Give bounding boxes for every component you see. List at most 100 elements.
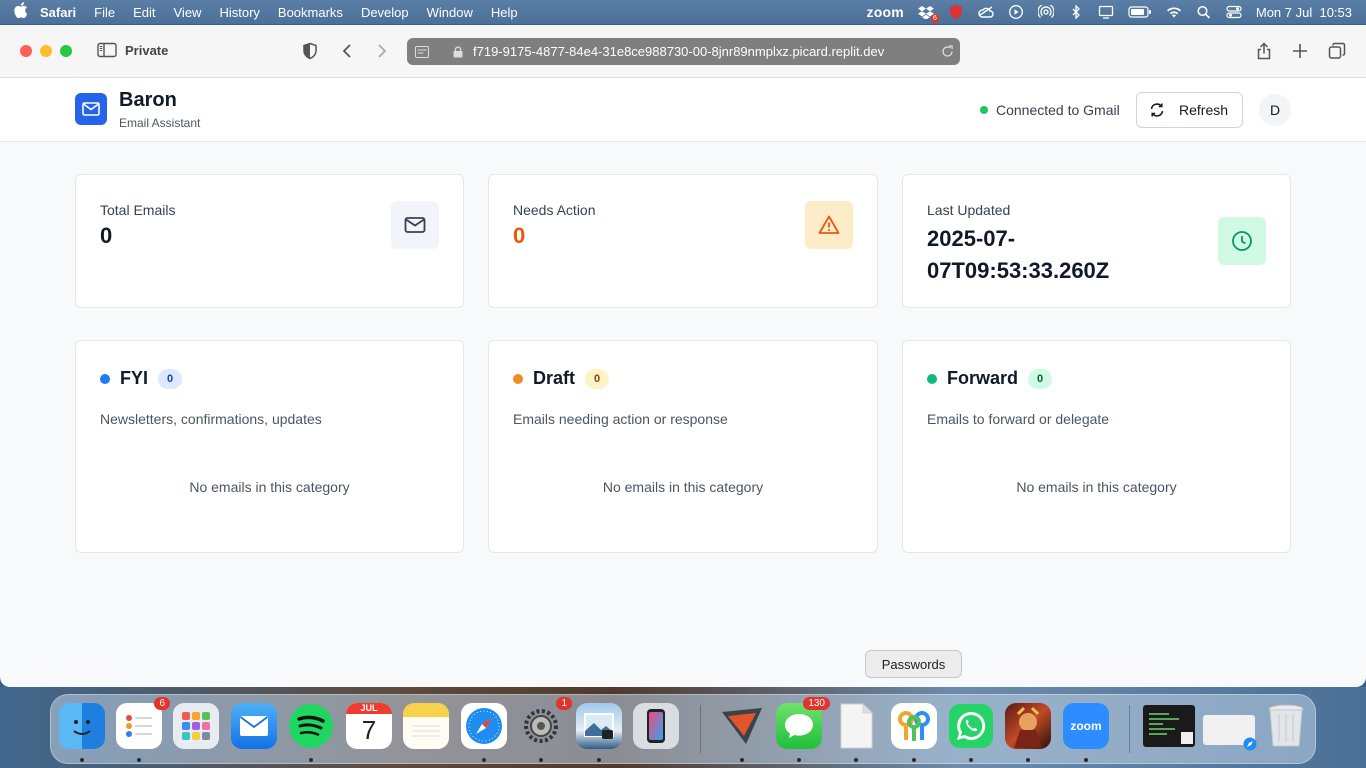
page-menu-icon[interactable] [407,45,437,58]
category-header: FYI 0 [100,368,183,389]
shield-app-icon[interactable] [948,5,964,19]
status-dot [980,106,988,114]
menu-develop[interactable]: Develop [361,5,409,20]
category-title: FYI [120,368,149,388]
menu-view[interactable]: View [174,5,202,20]
plus-icon [1293,44,1307,58]
dock-separator [1129,705,1130,753]
menu-clock[interactable]: Mon 7 Jul 10:53 [1256,5,1352,20]
zoom-app-icon[interactable]: zoom [1063,703,1109,749]
whatsapp-icon[interactable] [948,703,994,749]
mail-logo-icon [82,102,100,116]
running-indicator [137,758,141,762]
wifi-icon[interactable] [1166,5,1182,19]
category-description: Emails to forward or delegate [927,411,1110,427]
refresh-label: Refresh [1179,102,1229,118]
safari-window-thumbnail[interactable] [1203,715,1257,751]
finder-icon[interactable] [59,703,105,749]
terminal-window-thumbnail[interactable] [1143,705,1195,747]
running-indicator [740,758,744,762]
menu-bookmarks[interactable]: Bookmarks [278,5,343,20]
new-tab-button[interactable] [1290,41,1310,61]
chevron-right-icon [378,44,387,58]
running-indicator [597,758,601,762]
zoom-status-item[interactable]: zoom [867,4,904,20]
close-window-button[interactable] [20,45,32,57]
category-title: Draft [533,368,576,388]
document-icon[interactable] [833,703,879,749]
browser-toolbar: Private f719-9175-4877-84e4-31e8ce988730… [0,25,1366,78]
app-header: Baron Email Assistant Connected to Gmail… [0,78,1366,142]
tab-overview-icon [1328,42,1346,59]
refresh-icon [1150,103,1164,117]
stat-label: Total Emails [100,202,176,218]
menu-app-name[interactable]: Safari [40,5,76,20]
category-card-fyi: FYI 0 Newsletters, confirmations, update… [75,340,464,553]
dropbox-badge: 6 [930,14,939,23]
minimize-window-button[interactable] [40,45,52,57]
category-header: Draft 0 [513,368,610,389]
category-dot [927,373,937,384]
dropbox-icon[interactable]: 6 [917,5,939,23]
menu-window[interactable]: Window [427,5,473,20]
launchpad-icon[interactable] [173,703,219,749]
reminders-icon[interactable]: 6 [116,697,170,749]
running-indicator [539,758,543,762]
app-title: Baron [119,89,177,111]
calendar-icon[interactable]: JUL 7 [346,703,392,749]
iphone-mirroring-icon[interactable] [633,703,679,749]
system-settings-icon[interactable]: 1 [518,697,572,749]
bluetooth-icon[interactable] [1068,5,1084,19]
stat-label: Needs Action [513,202,596,218]
address-bar[interactable]: f719-9175-4877-84e4-31e8ce988730-00-8jnr… [407,38,960,65]
category-description: Emails needing action or response [513,411,728,427]
running-indicator [80,758,84,762]
menu-bar: Safari File Edit View History Bookmarks … [0,0,1366,24]
spotlight-search-icon[interactable] [1196,5,1212,19]
category-title: Forward [947,368,1019,388]
mail-icon [391,201,439,249]
mail-app-icon[interactable] [231,703,277,749]
cloud-sync-icon[interactable] [978,5,994,19]
spotify-icon[interactable] [288,703,334,749]
notes-icon[interactable] [403,703,449,749]
dock-separator [700,705,701,753]
menu-edit[interactable]: Edit [133,5,155,20]
battery-icon[interactable] [1128,5,1152,19]
game-app-icon[interactable] [1005,703,1051,749]
refresh-button[interactable]: Refresh [1136,92,1243,128]
apple-menu-icon[interactable] [14,1,40,23]
url-text: f719-9175-4877-84e4-31e8ce988730-00-8jnr… [473,44,885,59]
category-header: Forward 0 [927,368,1053,389]
display-icon[interactable] [1098,5,1114,19]
connection-status-text: Connected to Gmail [996,102,1120,118]
privacy-shield-icon[interactable] [300,41,320,61]
preview-icon[interactable] [576,703,622,749]
share-button[interactable] [1254,41,1274,61]
back-button[interactable] [337,41,357,61]
category-count-badge: 0 [585,368,610,389]
safari-icon[interactable] [461,703,507,749]
tab-overview-button[interactable] [1327,41,1347,61]
trash-icon[interactable] [1263,703,1309,749]
airdrop-icon[interactable] [1037,5,1054,19]
shuttle-app-icon[interactable] [719,703,765,749]
reload-icon[interactable] [934,45,960,58]
menu-history[interactable]: History [219,5,259,20]
running-indicator [482,758,486,762]
running-indicator [912,758,916,762]
stat-value: 0 [100,223,113,248]
play-icon[interactable] [1008,5,1024,19]
messages-icon[interactable]: 130 [776,697,830,749]
menu-help[interactable]: Help [491,5,518,20]
connection-status: Connected to Gmail [980,102,1120,118]
zoom-window-button[interactable] [60,45,72,57]
user-avatar[interactable]: D [1259,94,1291,126]
chevron-left-icon [342,44,351,58]
menu-file[interactable]: File [94,5,115,20]
passwords-icon[interactable] [891,703,937,749]
sidebar-toggle-button[interactable]: Private [97,42,168,58]
stat-card-last-updated: Last Updated 2025-07-07T09:53:33.260Z [902,174,1291,308]
forward-button[interactable] [372,41,392,61]
control-center-icon[interactable] [1226,5,1242,19]
